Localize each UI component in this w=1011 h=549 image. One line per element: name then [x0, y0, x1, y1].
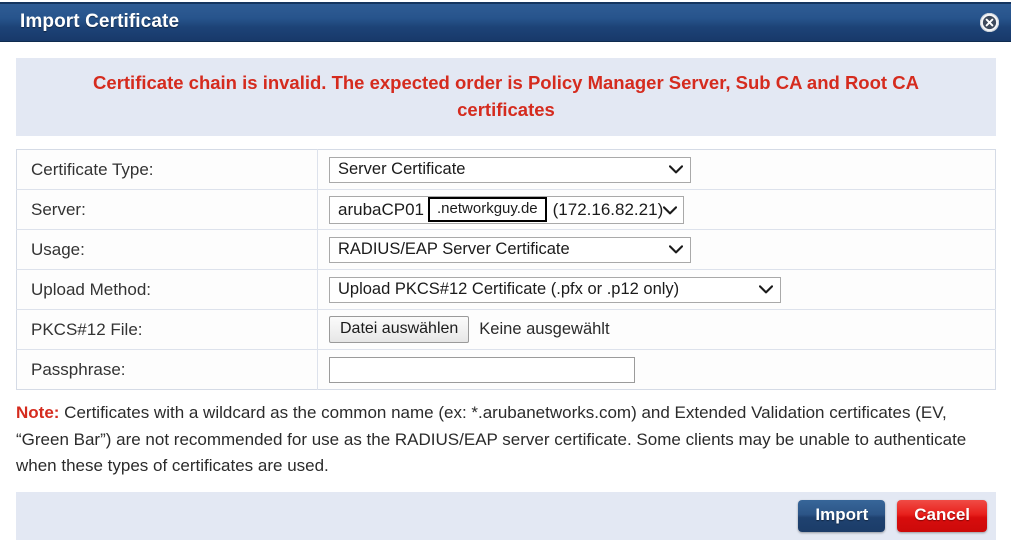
form-row-pkcs12-file: PKCS#12 File: Datei auswählen Keine ausg… [16, 309, 996, 350]
upload-method-select[interactable]: Upload PKCS#12 Certificate (.pfx or .p12… [329, 276, 781, 303]
server-domain-redaction: .networkguy.de [428, 197, 547, 222]
server-hostname: arubaCP01 [338, 199, 425, 219]
server-ip-address: (172.16.82.21) [552, 199, 664, 219]
passphrase-input[interactable] [329, 356, 635, 383]
certificate-form: Certificate Type: Server Certificate Ser… [16, 149, 996, 390]
chevron-down-icon [758, 280, 774, 299]
label-passphrase: Passphrase: [16, 349, 318, 390]
form-row-passphrase: Passphrase: [16, 349, 996, 390]
label-usage: Usage: [16, 229, 318, 270]
close-icon[interactable] [980, 13, 999, 32]
note-body: Certificates with a wildcard as the comm… [16, 403, 967, 475]
form-row-upload-method: Upload Method: Upload PKCS#12 Certificat… [16, 269, 996, 310]
chevron-down-icon [668, 240, 684, 259]
note-text: Note: Certificates with a wildcard as th… [16, 400, 994, 480]
server-select[interactable]: arubaCP01 .networkguy.de (172.16.82.21) [329, 195, 685, 224]
dialog-footer: Import Cancel [16, 492, 996, 540]
chevron-down-icon [663, 200, 678, 220]
label-certificate-type: Certificate Type: [16, 149, 318, 190]
certificate-type-select[interactable]: Server Certificate [329, 156, 691, 183]
label-upload-method: Upload Method: [16, 269, 318, 310]
error-message: Certificate chain is invalid. The expect… [93, 72, 919, 120]
selected-file-status: Keine ausgewählt [479, 320, 610, 338]
upload-method-value: Upload PKCS#12 Certificate (.pfx or .p12… [338, 280, 680, 298]
import-button[interactable]: Import [798, 500, 886, 532]
form-row-usage: Usage: RADIUS/EAP Server Certificate [16, 229, 996, 270]
usage-value: RADIUS/EAP Server Certificate [338, 240, 570, 258]
usage-select[interactable]: RADIUS/EAP Server Certificate [329, 236, 691, 263]
pkcs12-file-input: Datei auswählen Keine ausgewählt [329, 316, 610, 343]
label-server: Server: [16, 189, 318, 230]
dialog-titlebar: Import Certificate [0, 2, 1011, 42]
error-banner: Certificate chain is invalid. The expect… [16, 58, 996, 136]
choose-file-button[interactable]: Datei auswählen [329, 316, 470, 343]
chevron-down-icon [668, 160, 684, 179]
label-pkcs12-file: PKCS#12 File: [16, 309, 318, 350]
certificate-type-value: Server Certificate [338, 160, 466, 178]
form-row-certificate-type: Certificate Type: Server Certificate [16, 149, 996, 190]
cancel-button[interactable]: Cancel [897, 500, 987, 532]
footer-button-group: Import Cancel [798, 500, 987, 532]
dialog-title: Import Certificate [20, 11, 180, 32]
form-row-server: Server: arubaCP01 .networkguy.de (172.16… [16, 189, 996, 230]
dialog-body: Certificate chain is invalid. The expect… [0, 44, 1011, 480]
note-prefix: Note: [16, 403, 60, 422]
